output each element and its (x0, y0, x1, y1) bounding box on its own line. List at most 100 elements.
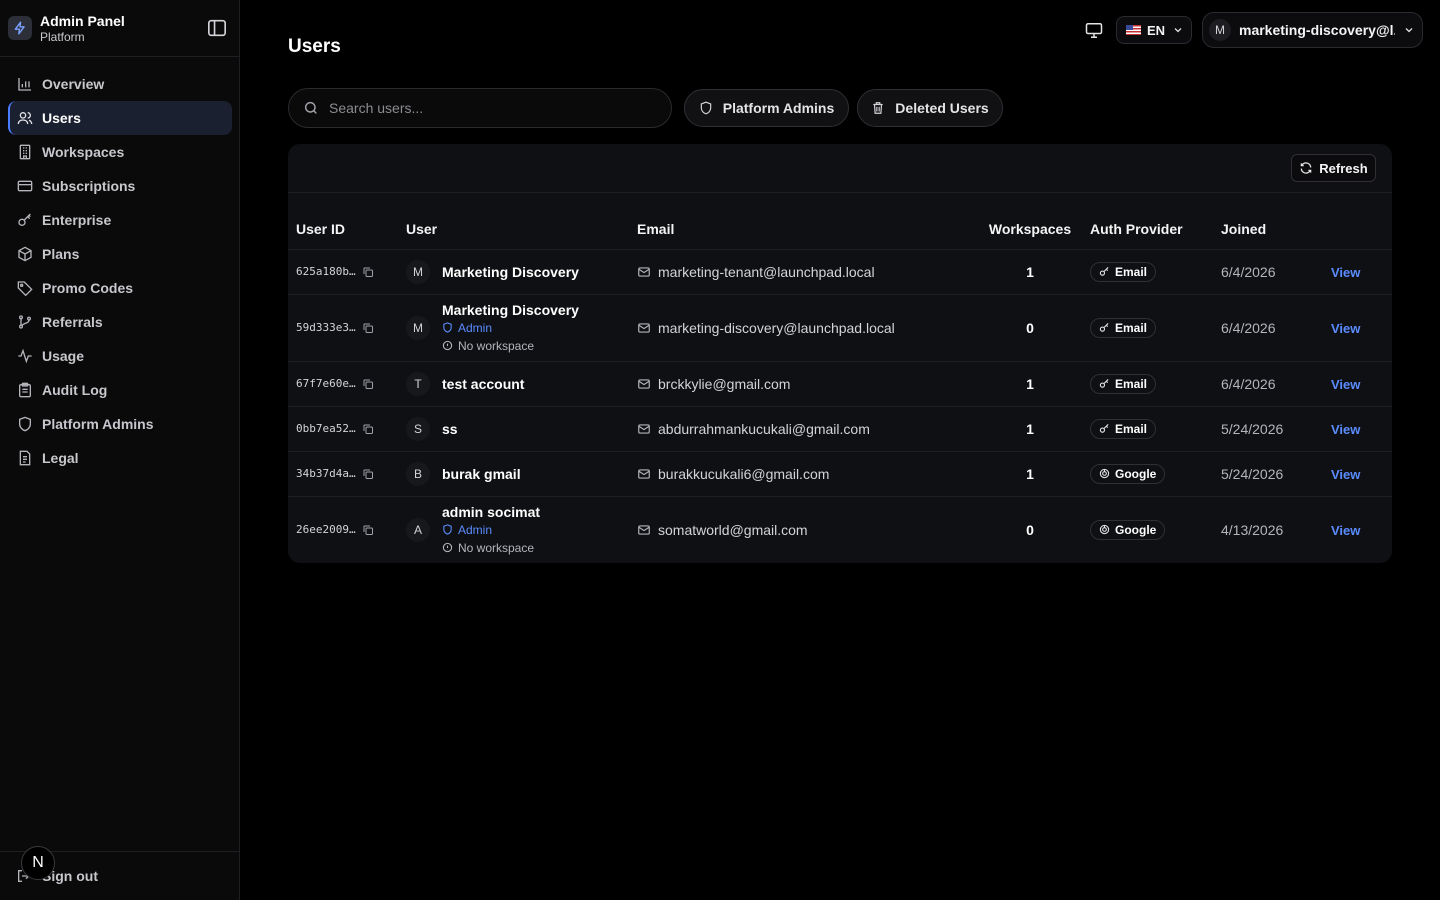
table-row[interactable]: 34b37d4a… B burak gmail burakkucukali6@g… (288, 451, 1392, 497)
chevron-down-icon (1172, 24, 1184, 36)
user-name: Marketing Discovery (442, 263, 579, 280)
sidebar-item-label: Legal (42, 450, 79, 466)
user-id: 0bb7ea52… (296, 422, 356, 435)
copy-icon[interactable] (362, 378, 374, 390)
auth-provider-label: Email (1115, 264, 1148, 279)
sidebar-item-overview[interactable]: Overview (8, 67, 232, 101)
mail-icon (637, 422, 651, 436)
sidebar-item-label: Overview (42, 76, 105, 92)
shield-icon (442, 524, 453, 535)
view-link[interactable]: View (1331, 467, 1360, 482)
table-row[interactable]: 26ee2009… A admin socimat Admin No works… (288, 496, 1392, 563)
sidebar-item-promo-codes[interactable]: Promo Codes (8, 271, 232, 305)
column-header-user: User (406, 193, 637, 250)
trash-icon (871, 101, 885, 115)
credit-card-icon (16, 177, 34, 195)
table-row[interactable]: 0bb7ea52… S ss abdurrahmankucukali@gmail… (288, 406, 1392, 452)
auth-provider-label: Google (1115, 522, 1157, 537)
workspace-note: No workspace (442, 337, 579, 355)
avatar: T (406, 371, 430, 396)
joined-date: 5/24/2026 (1221, 465, 1284, 482)
auth-provider-badge: Email (1090, 317, 1157, 338)
refresh-label: Refresh (1319, 160, 1368, 176)
sidebar-item-label: Usage (42, 348, 85, 364)
user-name: Marketing Discovery (442, 301, 579, 318)
info-icon (442, 542, 453, 553)
copy-icon[interactable] (362, 423, 374, 435)
copy-icon[interactable] (362, 524, 374, 536)
auth-provider-label: Email (1115, 421, 1148, 436)
joined-date: 6/4/2026 (1221, 375, 1276, 392)
mail-icon (637, 523, 651, 537)
view-link[interactable]: View (1331, 422, 1360, 437)
view-link[interactable]: View (1331, 265, 1360, 280)
key-icon (1099, 322, 1110, 333)
auth-provider-label: Google (1115, 466, 1157, 481)
brand-subtitle: Platform (40, 29, 85, 44)
auth-provider-label: Email (1115, 376, 1148, 391)
shield-icon (699, 101, 713, 115)
sidebar-item-audit-log[interactable]: Audit Log (8, 373, 232, 407)
sidebar-item-label: Enterprise (42, 212, 112, 228)
auth-provider-label: Email (1115, 320, 1148, 335)
copy-icon[interactable] (362, 468, 374, 480)
sidebar-toggle-icon[interactable] (206, 18, 228, 38)
globe-icon (1099, 468, 1110, 479)
language-selector[interactable]: EN (1116, 16, 1192, 44)
table-row[interactable]: 625a180b… M Marketing Discovery marketin… (288, 249, 1392, 295)
sidebar-item-usage[interactable]: Usage (8, 339, 232, 373)
chevron-down-icon (1403, 24, 1415, 36)
auth-provider-badge: Google (1090, 519, 1166, 540)
view-link[interactable]: View (1331, 523, 1360, 538)
platform-admins-button[interactable]: Platform Admins (684, 89, 849, 127)
auth-provider-badge: Email (1090, 261, 1157, 282)
avatar: M (406, 259, 430, 284)
shield-icon (442, 322, 453, 333)
sidebar-item-label: Promo Codes (42, 280, 134, 296)
copy-icon[interactable] (362, 266, 374, 278)
sidebar-item-platform-admins[interactable]: Platform Admins (8, 407, 232, 441)
n-badge[interactable]: N (21, 846, 55, 880)
account-menu[interactable]: M marketing-discovery@l... (1202, 12, 1423, 48)
avatar: B (406, 461, 430, 486)
copy-icon[interactable] (362, 322, 374, 334)
monitor-icon[interactable] (1082, 19, 1106, 41)
sidebar-item-enterprise[interactable]: Enterprise (8, 203, 232, 237)
file-icon (16, 449, 34, 467)
mail-icon (637, 265, 651, 279)
sidebar-nav: Overview Users Workspaces Subscriptions … (8, 67, 232, 475)
users-table: User ID User Email Workspaces Auth Provi… (288, 193, 1392, 563)
deleted-users-button[interactable]: Deleted Users (857, 89, 1003, 127)
table-row[interactable]: 59d333e3… M Marketing Discovery Admin No… (288, 294, 1392, 362)
refresh-button[interactable]: Refresh (1291, 154, 1376, 182)
search-icon (303, 100, 319, 116)
key-icon (1099, 378, 1110, 389)
avatar: M (1209, 19, 1231, 41)
column-header-joined: Joined (1221, 193, 1331, 250)
sidebar-item-referrals[interactable]: Referrals (8, 305, 232, 339)
tag-icon (16, 279, 34, 297)
avatar: A (406, 517, 430, 542)
sidebar-item-plans[interactable]: Plans (8, 237, 232, 271)
sidebar-item-workspaces[interactable]: Workspaces (8, 135, 232, 169)
admin-badge: Admin (442, 319, 579, 337)
column-header-email: Email (637, 193, 970, 250)
brand[interactable]: Admin Panel Platform (8, 10, 232, 46)
sidebar-item-users[interactable]: Users (8, 101, 232, 135)
package-icon (16, 245, 34, 263)
globe-icon (1099, 524, 1110, 535)
search-input[interactable] (329, 100, 649, 116)
bolt-icon (8, 16, 32, 40)
user-name: test account (442, 375, 525, 392)
view-link[interactable]: View (1331, 377, 1360, 392)
view-link[interactable]: View (1331, 321, 1360, 336)
role-label: Admin (458, 522, 493, 537)
user-id: 67f7e60e… (296, 377, 356, 390)
sidebar-item-subscriptions[interactable]: Subscriptions (8, 169, 232, 203)
sidebar-item-legal[interactable]: Legal (8, 441, 232, 475)
users-icon (16, 109, 34, 127)
table-row[interactable]: 67f7e60e… T test account brckkylie@gmail… (288, 361, 1392, 407)
language-label: EN (1147, 22, 1166, 38)
auth-provider-badge: Email (1090, 373, 1157, 394)
key-icon (1099, 266, 1110, 277)
